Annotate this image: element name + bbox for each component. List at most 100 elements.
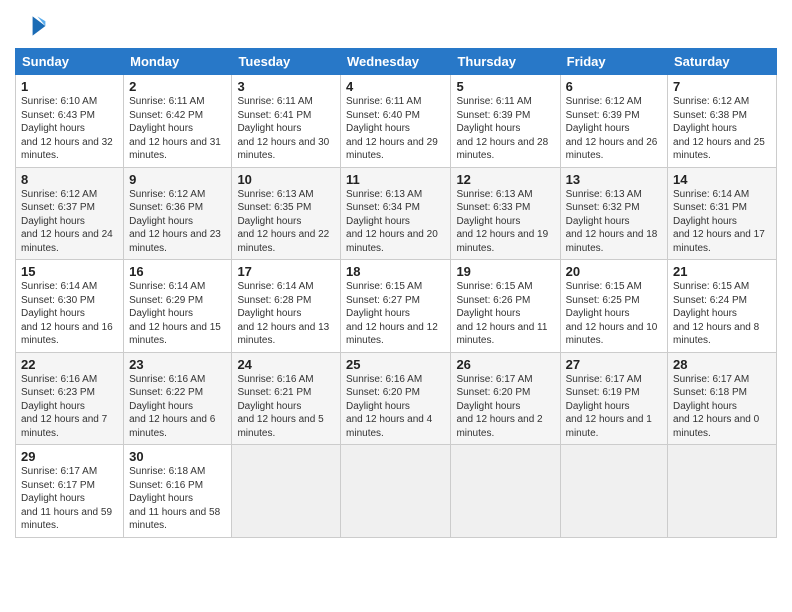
calendar-day-cell: 10 Sunrise: 6:13 AMSunset: 6:35 PMDaylig… — [232, 167, 341, 260]
calendar-day-cell: 29 Sunrise: 6:17 AMSunset: 6:17 PMDaylig… — [16, 445, 124, 538]
weekday-header-cell: Tuesday — [232, 49, 341, 75]
day-info: Sunrise: 6:12 AMSunset: 6:38 PMDaylight … — [673, 96, 765, 161]
calendar-day-cell: 27 Sunrise: 6:17 AMSunset: 6:19 PMDaylig… — [560, 352, 667, 445]
day-info: Sunrise: 6:14 AMSunset: 6:28 PMDaylight … — [237, 281, 329, 346]
calendar-day-cell: 28 Sunrise: 6:17 AMSunset: 6:18 PMDaylig… — [668, 352, 777, 445]
calendar-week-row: 22 Sunrise: 6:16 AMSunset: 6:23 PMDaylig… — [16, 352, 777, 445]
day-info: Sunrise: 6:18 AMSunset: 6:16 PMDaylight … — [129, 466, 220, 531]
calendar-day-cell: 21 Sunrise: 6:15 AMSunset: 6:24 PMDaylig… — [668, 260, 777, 353]
calendar-day-cell — [668, 445, 777, 538]
day-number: 8 — [21, 172, 118, 187]
day-info: Sunrise: 6:13 AMSunset: 6:32 PMDaylight … — [566, 189, 658, 254]
weekday-header-cell: Friday — [560, 49, 667, 75]
calendar-day-cell: 8 Sunrise: 6:12 AMSunset: 6:37 PMDayligh… — [16, 167, 124, 260]
calendar-day-cell: 16 Sunrise: 6:14 AMSunset: 6:29 PMDaylig… — [124, 260, 232, 353]
calendar-day-cell: 11 Sunrise: 6:13 AMSunset: 6:34 PMDaylig… — [341, 167, 451, 260]
day-number: 12 — [456, 172, 554, 187]
weekday-header-row: SundayMondayTuesdayWednesdayThursdayFrid… — [16, 49, 777, 75]
day-number: 26 — [456, 357, 554, 372]
day-number: 15 — [21, 264, 118, 279]
day-info: Sunrise: 6:17 AMSunset: 6:20 PMDaylight … — [456, 374, 542, 439]
day-info: Sunrise: 6:14 AMSunset: 6:31 PMDaylight … — [673, 189, 765, 254]
day-info: Sunrise: 6:11 AMSunset: 6:42 PMDaylight … — [129, 96, 221, 161]
calendar-week-row: 15 Sunrise: 6:14 AMSunset: 6:30 PMDaylig… — [16, 260, 777, 353]
day-number: 10 — [237, 172, 335, 187]
day-number: 20 — [566, 264, 662, 279]
logo-icon — [15, 10, 47, 42]
calendar-day-cell: 14 Sunrise: 6:14 AMSunset: 6:31 PMDaylig… — [668, 167, 777, 260]
day-number: 13 — [566, 172, 662, 187]
calendar-week-row: 8 Sunrise: 6:12 AMSunset: 6:37 PMDayligh… — [16, 167, 777, 260]
day-number: 24 — [237, 357, 335, 372]
day-number: 14 — [673, 172, 771, 187]
day-info: Sunrise: 6:12 AMSunset: 6:36 PMDaylight … — [129, 189, 221, 254]
day-number: 18 — [346, 264, 445, 279]
weekday-header-cell: Wednesday — [341, 49, 451, 75]
calendar-day-cell: 7 Sunrise: 6:12 AMSunset: 6:38 PMDayligh… — [668, 75, 777, 168]
day-number: 4 — [346, 79, 445, 94]
day-number: 9 — [129, 172, 226, 187]
day-number: 23 — [129, 357, 226, 372]
day-number: 11 — [346, 172, 445, 187]
day-number: 28 — [673, 357, 771, 372]
calendar-day-cell: 26 Sunrise: 6:17 AMSunset: 6:20 PMDaylig… — [451, 352, 560, 445]
day-number: 22 — [21, 357, 118, 372]
day-info: Sunrise: 6:13 AMSunset: 6:33 PMDaylight … — [456, 189, 548, 254]
day-number: 25 — [346, 357, 445, 372]
calendar-day-cell: 25 Sunrise: 6:16 AMSunset: 6:20 PMDaylig… — [341, 352, 451, 445]
day-number: 7 — [673, 79, 771, 94]
day-info: Sunrise: 6:16 AMSunset: 6:23 PMDaylight … — [21, 374, 107, 439]
day-number: 5 — [456, 79, 554, 94]
calendar-day-cell: 17 Sunrise: 6:14 AMSunset: 6:28 PMDaylig… — [232, 260, 341, 353]
calendar-day-cell: 15 Sunrise: 6:14 AMSunset: 6:30 PMDaylig… — [16, 260, 124, 353]
day-info: Sunrise: 6:15 AMSunset: 6:25 PMDaylight … — [566, 281, 658, 346]
calendar-day-cell: 23 Sunrise: 6:16 AMSunset: 6:22 PMDaylig… — [124, 352, 232, 445]
calendar-day-cell: 13 Sunrise: 6:13 AMSunset: 6:32 PMDaylig… — [560, 167, 667, 260]
day-info: Sunrise: 6:13 AMSunset: 6:34 PMDaylight … — [346, 189, 438, 254]
day-info: Sunrise: 6:12 AMSunset: 6:39 PMDaylight … — [566, 96, 658, 161]
calendar-day-cell — [451, 445, 560, 538]
day-number: 3 — [237, 79, 335, 94]
calendar-day-cell: 12 Sunrise: 6:13 AMSunset: 6:33 PMDaylig… — [451, 167, 560, 260]
weekday-header-cell: Thursday — [451, 49, 560, 75]
day-info: Sunrise: 6:16 AMSunset: 6:20 PMDaylight … — [346, 374, 432, 439]
calendar-day-cell — [341, 445, 451, 538]
day-info: Sunrise: 6:17 AMSunset: 6:19 PMDaylight … — [566, 374, 652, 439]
calendar-day-cell — [232, 445, 341, 538]
day-info: Sunrise: 6:14 AMSunset: 6:30 PMDaylight … — [21, 281, 113, 346]
day-number: 17 — [237, 264, 335, 279]
calendar-day-cell: 5 Sunrise: 6:11 AMSunset: 6:39 PMDayligh… — [451, 75, 560, 168]
day-info: Sunrise: 6:16 AMSunset: 6:22 PMDaylight … — [129, 374, 215, 439]
day-info: Sunrise: 6:17 AMSunset: 6:17 PMDaylight … — [21, 466, 112, 531]
calendar-day-cell: 6 Sunrise: 6:12 AMSunset: 6:39 PMDayligh… — [560, 75, 667, 168]
day-info: Sunrise: 6:11 AMSunset: 6:41 PMDaylight … — [237, 96, 329, 161]
day-number: 29 — [21, 449, 118, 464]
calendar-table: SundayMondayTuesdayWednesdayThursdayFrid… — [15, 48, 777, 538]
day-info: Sunrise: 6:11 AMSunset: 6:39 PMDaylight … — [456, 96, 548, 161]
weekday-header-cell: Saturday — [668, 49, 777, 75]
calendar-day-cell: 30 Sunrise: 6:18 AMSunset: 6:16 PMDaylig… — [124, 445, 232, 538]
calendar-day-cell: 20 Sunrise: 6:15 AMSunset: 6:25 PMDaylig… — [560, 260, 667, 353]
day-info: Sunrise: 6:14 AMSunset: 6:29 PMDaylight … — [129, 281, 221, 346]
calendar-week-row: 1 Sunrise: 6:10 AMSunset: 6:43 PMDayligh… — [16, 75, 777, 168]
day-number: 21 — [673, 264, 771, 279]
day-info: Sunrise: 6:10 AMSunset: 6:43 PMDaylight … — [21, 96, 113, 161]
day-info: Sunrise: 6:11 AMSunset: 6:40 PMDaylight … — [346, 96, 438, 161]
day-number: 6 — [566, 79, 662, 94]
day-number: 19 — [456, 264, 554, 279]
day-number: 30 — [129, 449, 226, 464]
calendar-day-cell: 2 Sunrise: 6:11 AMSunset: 6:42 PMDayligh… — [124, 75, 232, 168]
day-info: Sunrise: 6:15 AMSunset: 6:24 PMDaylight … — [673, 281, 759, 346]
calendar-day-cell: 1 Sunrise: 6:10 AMSunset: 6:43 PMDayligh… — [16, 75, 124, 168]
calendar-day-cell: 22 Sunrise: 6:16 AMSunset: 6:23 PMDaylig… — [16, 352, 124, 445]
calendar-day-cell: 24 Sunrise: 6:16 AMSunset: 6:21 PMDaylig… — [232, 352, 341, 445]
day-number: 16 — [129, 264, 226, 279]
day-info: Sunrise: 6:12 AMSunset: 6:37 PMDaylight … — [21, 189, 113, 254]
weekday-header-cell: Sunday — [16, 49, 124, 75]
calendar-day-cell: 18 Sunrise: 6:15 AMSunset: 6:27 PMDaylig… — [341, 260, 451, 353]
calendar-day-cell: 4 Sunrise: 6:11 AMSunset: 6:40 PMDayligh… — [341, 75, 451, 168]
calendar-day-cell — [560, 445, 667, 538]
calendar-week-row: 29 Sunrise: 6:17 AMSunset: 6:17 PMDaylig… — [16, 445, 777, 538]
calendar-body: 1 Sunrise: 6:10 AMSunset: 6:43 PMDayligh… — [16, 75, 777, 538]
calendar-day-cell: 3 Sunrise: 6:11 AMSunset: 6:41 PMDayligh… — [232, 75, 341, 168]
